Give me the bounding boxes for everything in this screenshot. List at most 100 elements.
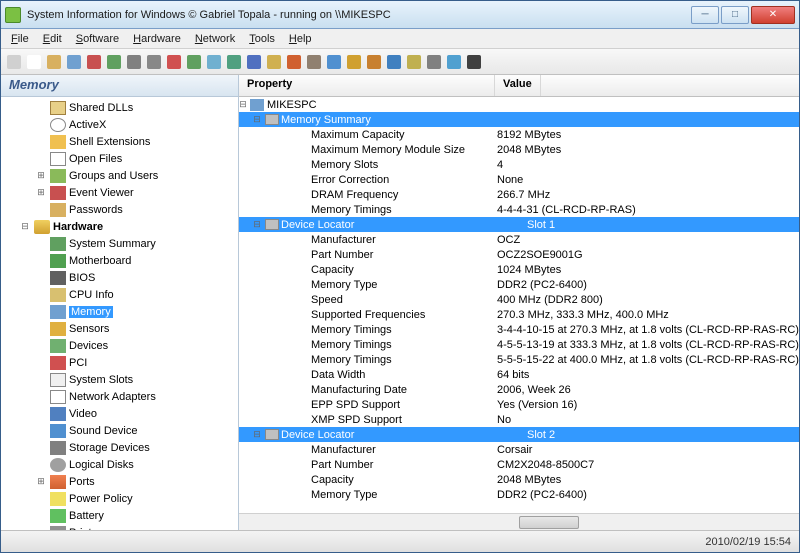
tree-item-pci[interactable]: PCI — [1, 354, 238, 371]
property-row[interactable]: Memory Slots4 — [239, 157, 799, 172]
col-property[interactable]: Property — [239, 75, 495, 96]
toolbar-button-9[interactable] — [185, 53, 203, 71]
toolbar-button-20[interactable] — [405, 53, 423, 71]
expand-icon[interactable]: ⊞ — [35, 170, 47, 181]
property-row[interactable]: Maximum Capacity8192 MBytes — [239, 127, 799, 142]
tree-item-sensors[interactable]: Sensors — [1, 320, 238, 337]
tree-item-logical-disks[interactable]: Logical Disks — [1, 456, 238, 473]
toolbar-button-14[interactable] — [285, 53, 303, 71]
tree-item-system-summary[interactable]: System Summary — [1, 235, 238, 252]
toolbar-button-13[interactable] — [265, 53, 283, 71]
property-row[interactable]: Part NumberOCZ2SOE9001G — [239, 247, 799, 262]
property-row[interactable]: Data Width64 bits — [239, 367, 799, 382]
tree-item-motherboard[interactable]: Motherboard — [1, 252, 238, 269]
menu-software[interactable]: Software — [70, 31, 125, 47]
property-row[interactable]: Supported Frequencies270.3 MHz, 333.3 MH… — [239, 307, 799, 322]
tree-item-video[interactable]: Video — [1, 405, 238, 422]
property-row[interactable]: Memory Timings4-5-5-13-19 at 333.3 MHz, … — [239, 337, 799, 352]
tree-item-power-policy[interactable]: Power Policy — [1, 490, 238, 507]
property-row[interactable]: Memory TypeDDR2 (PC2-6400) — [239, 487, 799, 502]
scroll-thumb[interactable] — [519, 516, 579, 529]
toolbar-button-3[interactable] — [65, 53, 83, 71]
toolbar-button-23[interactable] — [465, 53, 483, 71]
expand-icon[interactable]: ⊟ — [19, 221, 31, 232]
expand-icon[interactable]: ⊞ — [35, 476, 47, 487]
toolbar-button-21[interactable] — [425, 53, 443, 71]
toolbar-button-22[interactable] — [445, 53, 463, 71]
property-row[interactable]: ManufacturerCorsair — [239, 442, 799, 457]
tree-item-battery[interactable]: Battery — [1, 507, 238, 524]
group-header[interactable]: ⊟Device LocatorSlot 2 — [239, 427, 799, 442]
tree-item-memory[interactable]: Memory — [1, 303, 238, 320]
toolbar-button-11[interactable] — [225, 53, 243, 71]
column-header[interactable]: Property Value — [239, 75, 799, 97]
tree-item-devices[interactable]: Devices — [1, 337, 238, 354]
close-button[interactable]: ✕ — [751, 6, 795, 24]
menu-network[interactable]: Network — [189, 31, 241, 47]
property-row[interactable]: Speed400 MHz (DDR2 800) — [239, 292, 799, 307]
event-icon — [50, 186, 66, 200]
property-row[interactable]: Memory Timings4-4-4-31 (CL-RCD-RP-RAS) — [239, 202, 799, 217]
toolbar-button-6[interactable] — [125, 53, 143, 71]
property-row[interactable]: ManufacturerOCZ — [239, 232, 799, 247]
maximize-button[interactable]: □ — [721, 6, 749, 24]
property-row[interactable]: Part NumberCM2X2048-8500C7 — [239, 457, 799, 472]
menu-edit[interactable]: Edit — [37, 31, 68, 47]
root-node[interactable]: ⊟MIKESPC — [239, 97, 799, 112]
nav-tree[interactable]: Shared DLLsActiveXShell ExtensionsOpen F… — [1, 97, 238, 530]
toolbar-button-10[interactable] — [205, 53, 223, 71]
col-value[interactable]: Value — [495, 75, 541, 96]
property-row[interactable]: Error CorrectionNone — [239, 172, 799, 187]
toolbar-button-8[interactable] — [165, 53, 183, 71]
toolbar-button-16[interactable] — [325, 53, 343, 71]
menu-hardware[interactable]: Hardware — [127, 31, 187, 47]
horizontal-scrollbar[interactable] — [239, 513, 799, 530]
toolbar-button-15[interactable] — [305, 53, 323, 71]
property-row[interactable]: Maximum Memory Module Size2048 MBytes — [239, 142, 799, 157]
tree-item-event-viewer[interactable]: ⊞Event Viewer — [1, 184, 238, 201]
tree-item-sound-device[interactable]: Sound Device — [1, 422, 238, 439]
toolbar-button-5[interactable] — [105, 53, 123, 71]
tree-item-hardware[interactable]: ⊟Hardware — [1, 218, 238, 235]
property-row[interactable]: XMP SPD SupportNo — [239, 412, 799, 427]
toolbar-button-2[interactable] — [45, 53, 63, 71]
tree-item-cpu-info[interactable]: CPU Info — [1, 286, 238, 303]
menu-tools[interactable]: Tools — [243, 31, 281, 47]
property-row[interactable]: Capacity2048 MBytes — [239, 472, 799, 487]
property-list[interactable]: ⊟MIKESPC⊟Memory SummaryMaximum Capacity8… — [239, 97, 799, 513]
tree-item-system-slots[interactable]: System Slots — [1, 371, 238, 388]
minimize-button[interactable]: ─ — [691, 6, 719, 24]
property-row[interactable]: Manufacturing Date2006, Week 26 — [239, 382, 799, 397]
toolbar-button-1[interactable] — [25, 53, 43, 71]
tree-item-shell-extensions[interactable]: Shell Extensions — [1, 133, 238, 150]
property-row[interactable]: Capacity1024 MBytes — [239, 262, 799, 277]
property-row[interactable]: EPP SPD SupportYes (Version 16) — [239, 397, 799, 412]
toolbar-button-7[interactable] — [145, 53, 163, 71]
menu-help[interactable]: Help — [283, 31, 318, 47]
menu-file[interactable]: File — [5, 31, 35, 47]
property-row[interactable]: DRAM Frequency266.7 MHz — [239, 187, 799, 202]
tree-item-network-adapters[interactable]: Network Adapters — [1, 388, 238, 405]
tree-item-bios[interactable]: BIOS — [1, 269, 238, 286]
tree-item-activex[interactable]: ActiveX — [1, 116, 238, 133]
toolbar-button-18[interactable] — [365, 53, 383, 71]
tree-item-ports[interactable]: ⊞Ports — [1, 473, 238, 490]
tree-item-open-files[interactable]: Open Files — [1, 150, 238, 167]
toolbar-button-19[interactable] — [385, 53, 403, 71]
group-header[interactable]: ⊟Memory Summary — [239, 112, 799, 127]
toolbar-button-12[interactable] — [245, 53, 263, 71]
property-row[interactable]: Memory TypeDDR2 (PC2-6400) — [239, 277, 799, 292]
expand-icon[interactable]: ⊞ — [35, 187, 47, 198]
tree-item-storage-devices[interactable]: Storage Devices — [1, 439, 238, 456]
toolbar-button-17[interactable] — [345, 53, 363, 71]
group-header[interactable]: ⊟Device LocatorSlot 1 — [239, 217, 799, 232]
titlebar[interactable]: System Information for Windows © Gabriel… — [1, 1, 799, 29]
tree-item-groups-and-users[interactable]: ⊞Groups and Users — [1, 167, 238, 184]
property-row[interactable]: Memory Timings5-5-5-15-22 at 400.0 MHz, … — [239, 352, 799, 367]
toolbar-button-0[interactable] — [5, 53, 23, 71]
tree-item-shared-dlls[interactable]: Shared DLLs — [1, 99, 238, 116]
main-panel: Property Value ⊟MIKESPC⊟Memory SummaryMa… — [239, 75, 799, 530]
property-row[interactable]: Memory Timings3-4-4-10-15 at 270.3 MHz, … — [239, 322, 799, 337]
tree-item-passwords[interactable]: Passwords — [1, 201, 238, 218]
toolbar-button-4[interactable] — [85, 53, 103, 71]
